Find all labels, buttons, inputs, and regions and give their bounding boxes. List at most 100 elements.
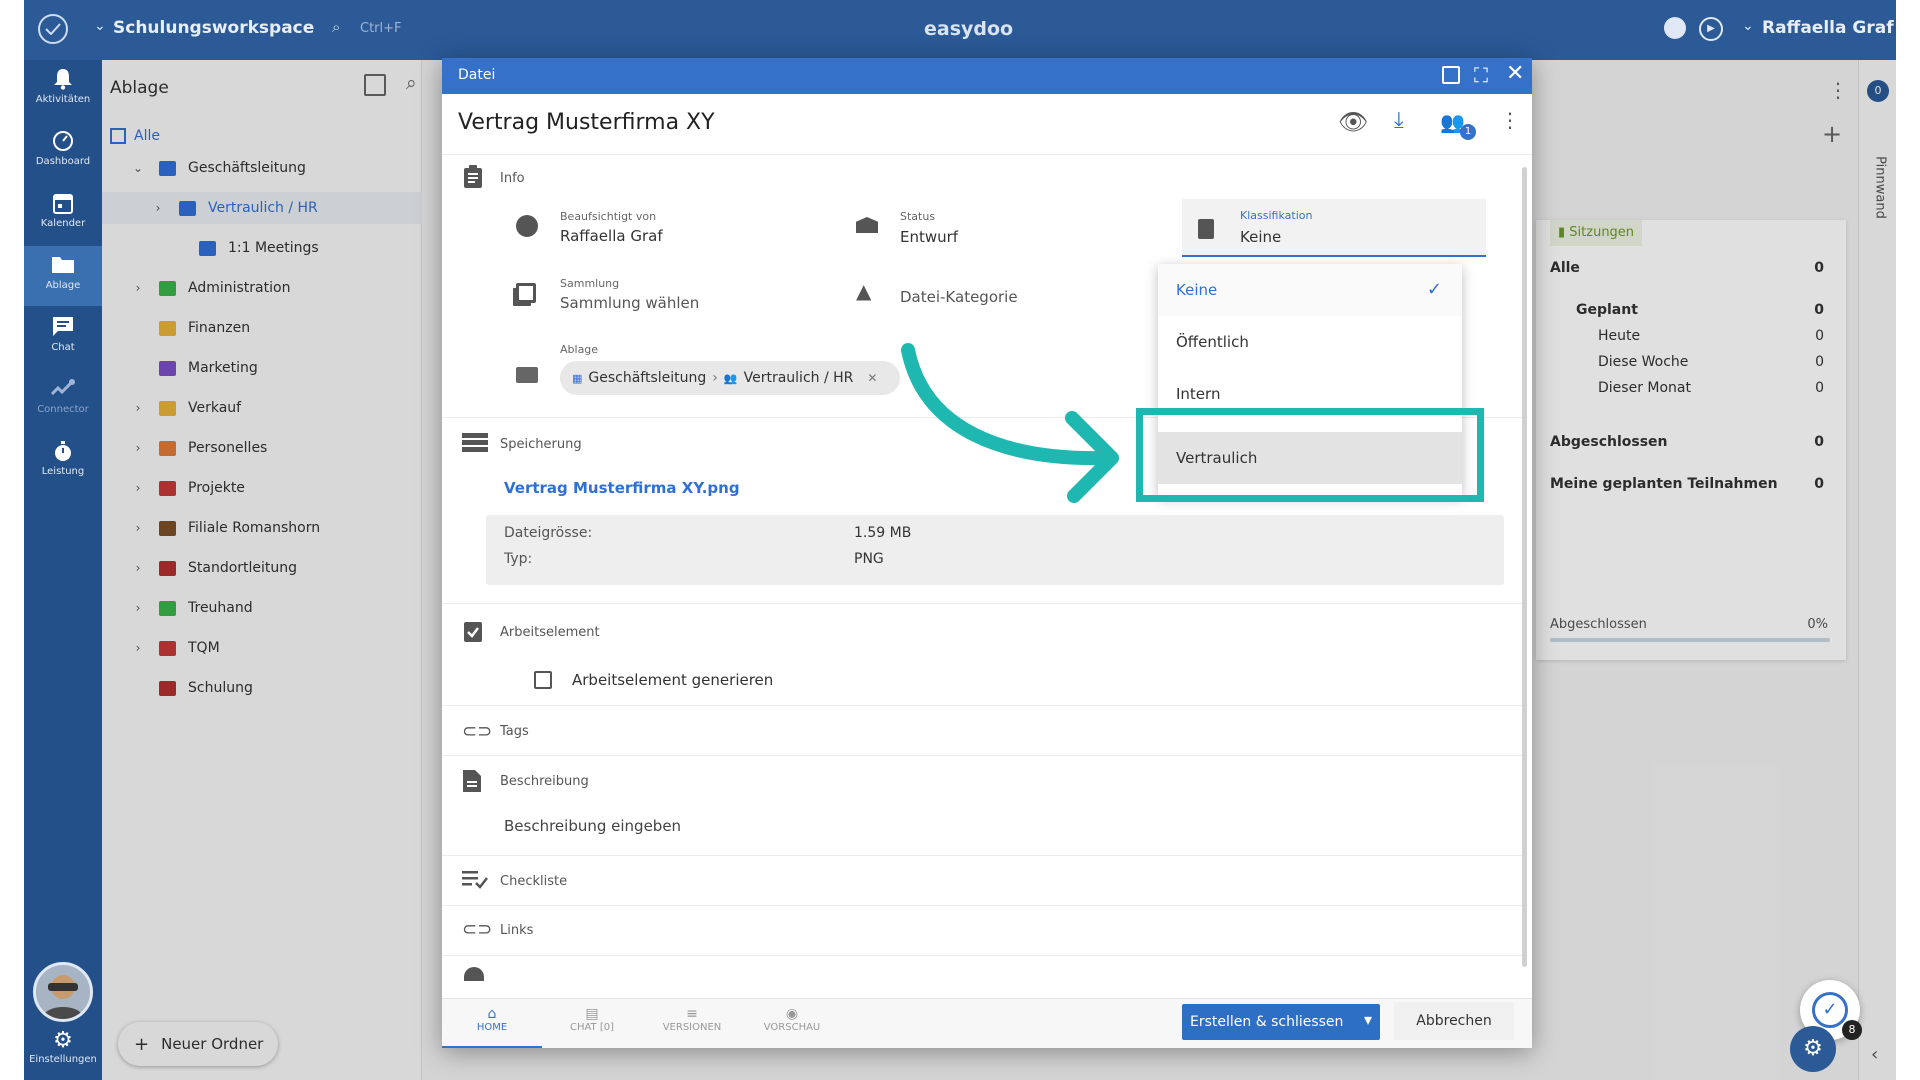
nav-aktivitaeten[interactable]: Aktivitäten [24, 60, 102, 120]
option-label: Intern [1176, 385, 1221, 403]
cancel-button[interactable]: Abbrechen [1394, 1002, 1514, 1040]
divider [442, 705, 1522, 706]
search-icon[interactable]: ⌕ [332, 18, 340, 36]
collection-icon [516, 283, 536, 303]
tab-label: VERSIONEN [662, 1022, 722, 1033]
close-icon[interactable]: ✕ [1506, 61, 1524, 86]
work-label: Arbeitselement [500, 625, 600, 640]
storage-label: Speicherung [500, 437, 582, 452]
nav-leistung[interactable]: Leistung [24, 432, 102, 492]
links-label: Links [500, 923, 534, 938]
book-icon [1198, 219, 1214, 239]
stopwatch-icon[interactable] [1664, 17, 1686, 39]
app-title: easydoo [924, 18, 1014, 40]
storage-icon [462, 433, 488, 455]
checklist-icon [462, 869, 488, 891]
chevron-down-icon[interactable]: ▾ [1364, 1010, 1372, 1029]
nav-chat[interactable]: Chat [24, 308, 102, 368]
nav-ablage[interactable]: Ablage [24, 246, 102, 306]
settings-fab[interactable]: ⚙ [1790, 1026, 1836, 1072]
stopwatch-icon [24, 440, 102, 466]
info-label: Info [500, 171, 525, 186]
nav-label: Ablage [45, 280, 81, 291]
divider [442, 755, 1522, 756]
classification-select[interactable]: Klassifikation Keine [1182, 199, 1486, 257]
work-checkbox-label[interactable]: Arbeitselement generieren [572, 671, 773, 689]
file-link[interactable]: Vertrag Musterfirma XY.png [504, 479, 740, 497]
status-label: Status [900, 210, 936, 223]
collection-select[interactable]: Sammlung wählen [560, 294, 699, 312]
tab-vorschau[interactable]: ◉ VORSCHAU [742, 998, 842, 1048]
annotation-arrow-icon [901, 343, 1119, 503]
screen-bezel-right [1896, 0, 1920, 1080]
list-icon: ≡ [686, 1006, 698, 1022]
easydoo-logo-icon[interactable] [38, 14, 68, 44]
building-icon: ▦ [572, 371, 583, 385]
work-checkbox[interactable] [534, 671, 552, 689]
description-input[interactable]: Beschreibung eingeben [504, 817, 681, 835]
nav-label: Leistung [41, 466, 85, 477]
check-circle-icon: ✓ [1812, 992, 1848, 1028]
category-select[interactable]: Datei-Kategorie [900, 288, 1018, 306]
folder-icon [24, 254, 102, 280]
user-circle-icon [516, 215, 538, 237]
create-close-button[interactable]: Erstellen & schliessen ▾ [1182, 1004, 1380, 1040]
user-menu-chevron-icon[interactable]: ⌄ [1742, 18, 1754, 34]
path-part-1: Geschäftsleitung [588, 370, 707, 386]
avatar[interactable] [33, 962, 93, 1022]
nav-label: Aktivitäten [35, 94, 91, 105]
eye-icon: ◉ [785, 1006, 799, 1022]
nav-label: Kalender [40, 218, 86, 229]
play-icon[interactable]: ▶ [1699, 17, 1723, 41]
nav-label: Connector [37, 404, 89, 415]
file-dialog: Datei ⛶ ✕ Vertrag Musterfirma XY 👁 ⤓ 👥 1… [442, 58, 1532, 1048]
nav-label: Dashboard [35, 156, 91, 167]
shapes-icon: ▲ [856, 279, 872, 303]
supervised-label: Beaufsichtigt von [560, 210, 657, 223]
nav-connector[interactable]: Connector [24, 370, 102, 430]
tab-label: CHAT [0] [569, 1022, 615, 1033]
nav-kalender[interactable]: Kalender [24, 184, 102, 244]
checklist-label: Checkliste [500, 874, 568, 889]
status-value[interactable]: Entwurf [900, 228, 958, 246]
classification-value: Keine [1240, 228, 1282, 246]
download-icon[interactable]: ⤓ [1394, 108, 1404, 133]
fullscreen-icon[interactable]: ⛶ [1474, 63, 1488, 87]
connector-icon [24, 378, 102, 404]
gear-icon: ⚙ [53, 1028, 73, 1053]
tab-home[interactable]: ⌂ HOME [442, 998, 542, 1048]
eye-icon[interactable]: 👁 [1338, 108, 1368, 136]
nav-einstellungen[interactable]: ⚙ Einstellungen [24, 1022, 102, 1080]
remove-chip-icon[interactable]: ✕ [867, 371, 877, 385]
calendar-icon [24, 192, 102, 218]
bell-icon [24, 68, 102, 94]
nav-dashboard[interactable]: Dashboard [24, 122, 102, 182]
tab-versionen[interactable]: ≡ VERSIONEN [642, 998, 742, 1048]
search-shortcut[interactable]: Ctrl+F [360, 21, 402, 36]
open-external-icon[interactable] [1442, 66, 1460, 84]
next-section-icon [464, 967, 484, 981]
divider [442, 603, 1522, 604]
option-keine[interactable]: Keine ✓ [1158, 264, 1462, 316]
home-icon: ⌂ [487, 1006, 497, 1022]
cancel-label: Abbrechen [1416, 1013, 1492, 1029]
check-icon: ✓ [1426, 279, 1442, 300]
scrollbar[interactable] [1522, 167, 1527, 967]
option-label: Keine [1176, 281, 1218, 299]
chevron-down-icon[interactable]: ⌄ [94, 18, 106, 34]
more-vertical-icon[interactable]: ⋮ [1500, 108, 1520, 132]
main-navigation: Aktivitäten Dashboard Kalender Ablage Ch… [24, 60, 102, 1080]
supervised-value[interactable]: Raffaella Graf [560, 227, 663, 245]
option-oeffentlich[interactable]: Öffentlich [1158, 316, 1462, 368]
divider [442, 955, 1522, 956]
ablage-path-chip[interactable]: ▦ Geschäftsleitung › 👥 Vertraulich / HR … [560, 361, 900, 395]
task-clipboard-icon [462, 619, 488, 642]
tab-chat[interactable]: ▤ CHAT [0] [542, 998, 642, 1048]
tab-label: HOME [476, 1022, 508, 1033]
folder-icon [516, 367, 538, 383]
workspace-name[interactable]: Schulungsworkspace [113, 18, 314, 38]
envelope-open-icon [856, 217, 878, 233]
user-name[interactable]: Raffaella Graf [1762, 18, 1894, 38]
chat-icon: ▤ [585, 1006, 599, 1022]
path-part-2: Vertraulich / HR [743, 370, 854, 386]
